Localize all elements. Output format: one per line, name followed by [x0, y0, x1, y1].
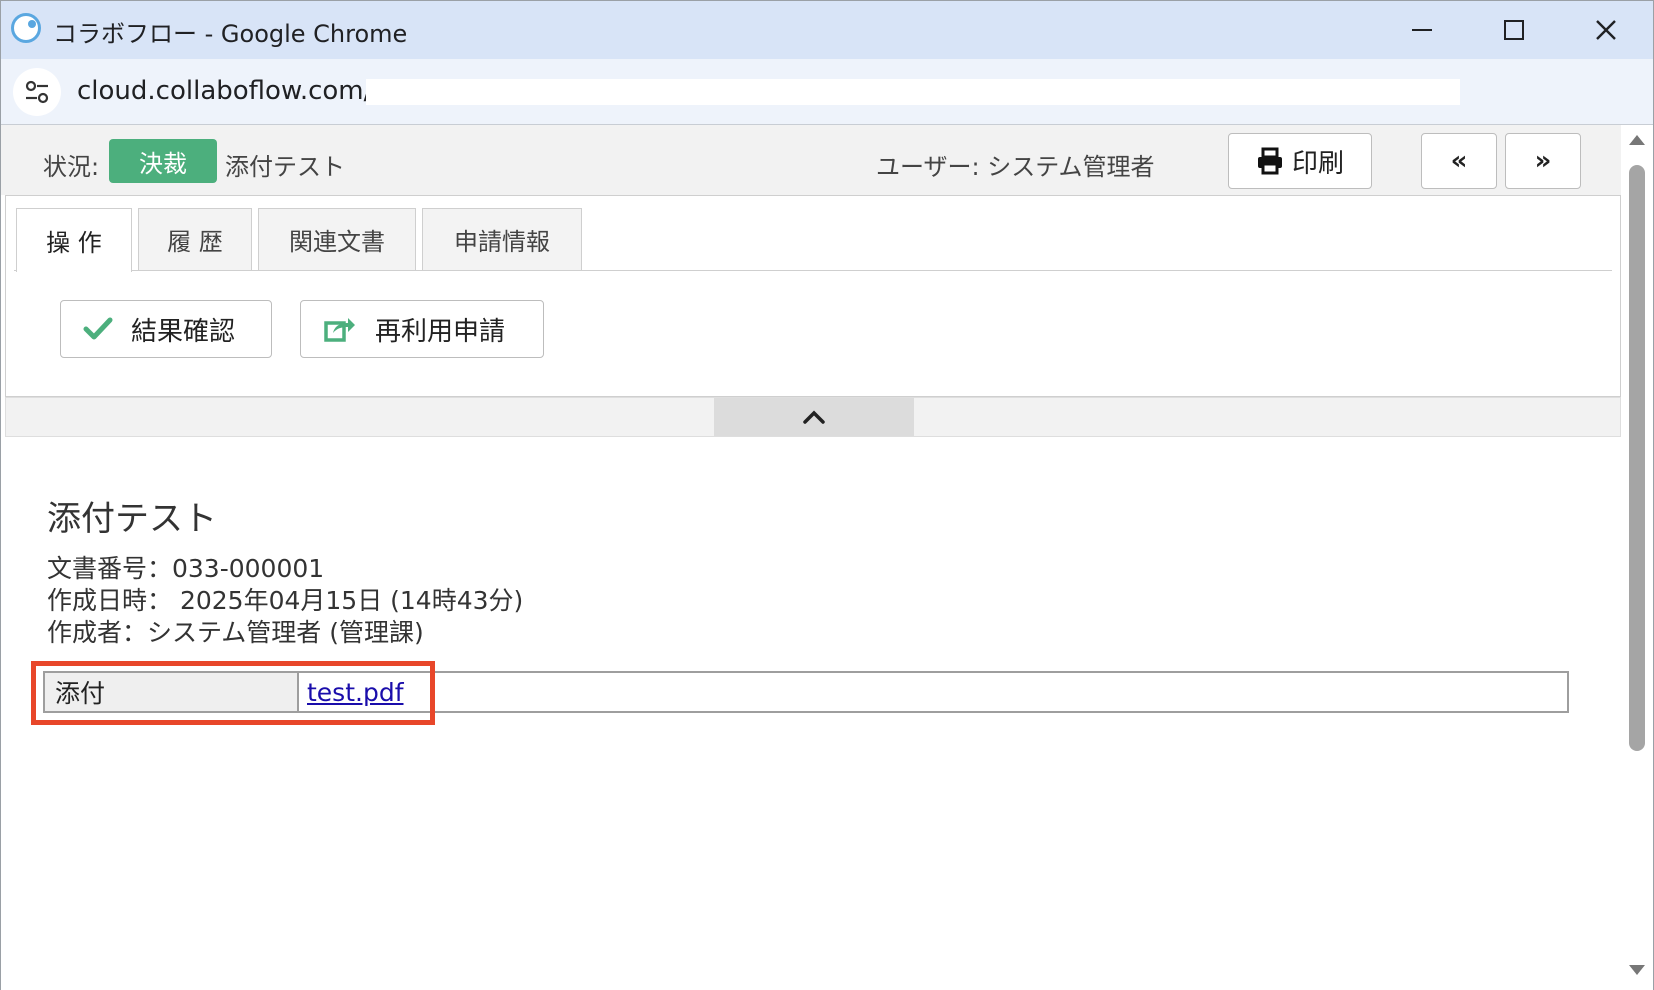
tab-related-documents[interactable]: 関連文書 [258, 208, 416, 270]
site-info-button[interactable] [13, 68, 61, 116]
minimize-icon [1412, 29, 1432, 31]
url-text[interactable]: cloud.collaboflow.com/ [77, 76, 372, 106]
chevron-up-icon [803, 410, 825, 424]
status-badge: 決裁 [109, 139, 217, 183]
attachment-link[interactable]: test.pdf [299, 673, 404, 711]
close-icon [1596, 20, 1616, 40]
tab-divider [14, 270, 1612, 271]
browser-window: コラボフロー - Google Chrome cloud.collaboflow… [0, 0, 1654, 990]
collapse-bar [5, 397, 1621, 437]
double-chevron-left-icon: « [1450, 146, 1468, 176]
print-label: 印刷 [1291, 148, 1344, 179]
double-chevron-right-icon: » [1534, 146, 1552, 176]
url-redaction [366, 79, 1460, 105]
close-button[interactable] [1561, 1, 1651, 59]
document-created-at: 作成日時： 2025年04月15日 (14時43分) [47, 586, 524, 615]
header-document-title: 添付テスト [225, 153, 345, 181]
tab-application-info[interactable]: 申請情報 [422, 208, 582, 270]
confirm-result-label: 結果確認 [131, 316, 236, 347]
attachment-label: 添付 [45, 673, 299, 711]
printer-icon [1257, 147, 1282, 175]
confirm-result-button[interactable]: 結果確認 [60, 300, 272, 358]
share-icon [324, 318, 355, 342]
maximize-button[interactable] [1469, 1, 1559, 59]
maximize-icon [1504, 20, 1524, 40]
status-label: 状況: [43, 153, 100, 181]
collaboflow-logo-icon [11, 13, 41, 43]
user-label: ユーザー: システム管理者 [876, 153, 1155, 181]
tab-history[interactable]: 履 歴 [138, 208, 252, 270]
title-bar: コラボフロー - Google Chrome [1, 1, 1653, 59]
previous-document-button[interactable]: « [1421, 133, 1497, 189]
document-title: 添付テスト [47, 499, 217, 539]
next-document-button[interactable]: » [1505, 133, 1581, 189]
window-title: コラボフロー - Google Chrome [53, 20, 408, 48]
tune-icon [25, 80, 49, 104]
document-number: 文書番号：033-000001 [47, 554, 325, 583]
tab-panel: 操 作 履 歴 関連文書 申請情報 結果確認 再利用申請 [5, 195, 1621, 397]
print-button[interactable]: 印刷 [1228, 133, 1372, 189]
attachment-row: 添付 test.pdf [43, 671, 1569, 713]
document-author: 作成者：システム管理者 (管理課) [47, 618, 424, 647]
check-icon [83, 317, 113, 340]
reuse-application-button[interactable]: 再利用申請 [300, 300, 544, 358]
page-content: 状況: 決裁 添付テスト ユーザー: システム管理者 印刷 « » 操 作 履 … [1, 125, 1653, 990]
scroll-down-arrow-icon[interactable] [1629, 965, 1645, 975]
scroll-up-arrow-icon[interactable] [1629, 135, 1645, 145]
collapse-toggle[interactable] [714, 398, 914, 436]
address-bar: cloud.collaboflow.com/ [1, 59, 1653, 125]
minimize-button[interactable] [1377, 1, 1467, 59]
scrollbar[interactable] [1621, 125, 1653, 990]
tab-operation[interactable]: 操 作 [16, 208, 132, 272]
status-bar: 状況: 決裁 添付テスト ユーザー: システム管理者 印刷 « » [1, 125, 1621, 195]
scroll-thumb[interactable] [1629, 165, 1645, 751]
reuse-application-label: 再利用申請 [375, 316, 506, 347]
